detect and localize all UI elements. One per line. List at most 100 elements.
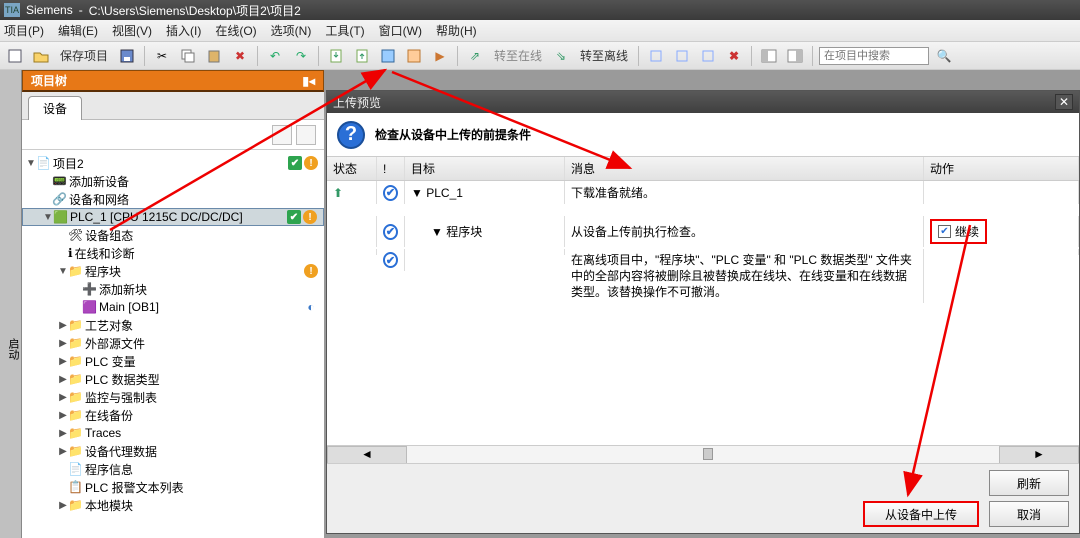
- check-icon: ✔: [383, 252, 398, 268]
- tree-add-block[interactable]: ➕添加新块: [22, 280, 324, 298]
- grid-row[interactable]: ⬆ ✔ ▼ PLC_1 下载准备就绪。: [327, 181, 1079, 204]
- dialog-footer: 刷新 从设备中上传 取消: [327, 463, 1079, 533]
- menu-window[interactable]: 窗口(W): [379, 22, 422, 39]
- menu-project[interactable]: 项目(P): [4, 22, 44, 39]
- tree-local-modules[interactable]: ▶📁本地模块: [22, 496, 324, 514]
- tree-detail-icon[interactable]: [296, 125, 316, 145]
- row-target: 程序块: [446, 223, 482, 240]
- status-ok-icon: ✔: [287, 210, 301, 224]
- grid-row[interactable]: ✔ 在离线项目中，"程序块"、"PLC 变量" 和 "PLC 数据类型" 文件夹…: [327, 247, 1079, 305]
- cross-ref-icon[interactable]: ✖: [723, 45, 745, 67]
- cancel-button[interactable]: 取消: [989, 501, 1069, 527]
- col-status[interactable]: 状态: [327, 157, 377, 180]
- tree-tech-objects[interactable]: ▶📁工艺对象: [22, 316, 324, 334]
- undo-icon[interactable]: ↶: [264, 45, 286, 67]
- project-tree-label: 项目树: [31, 72, 67, 89]
- folder-icon: 📁: [68, 336, 83, 350]
- tree-proxy-data[interactable]: ▶📁设备代理数据: [22, 442, 324, 460]
- app-name: Siemens: [26, 3, 73, 17]
- collapse-pane-icon[interactable]: ▮◂: [302, 74, 315, 88]
- menu-online[interactable]: 在线(O): [215, 22, 256, 39]
- upload-preview-dialog: 上传预览 ✕ ? 检查从设备中上传的前提条件 状态 ! 目标 消息 动作 ⬆: [326, 90, 1080, 534]
- search-input[interactable]: [819, 47, 929, 65]
- col-flag[interactable]: !: [377, 157, 405, 180]
- redo-icon[interactable]: ↷: [290, 45, 312, 67]
- tree-online-diag[interactable]: ℹ在线和诊断: [22, 244, 324, 262]
- col-action[interactable]: 动作: [924, 157, 1079, 180]
- upload-button[interactable]: 从设备中上传: [863, 501, 979, 527]
- tree-main-ob1[interactable]: 🟪Main [OB1] ◐: [22, 298, 324, 316]
- menu-edit[interactable]: 编辑(E): [58, 22, 98, 39]
- tree-watch-tables[interactable]: ▶📁监控与强制表: [22, 388, 324, 406]
- go-offline-button[interactable]: 转至离线: [576, 47, 632, 64]
- compare-icon: ◐: [304, 300, 318, 314]
- folder-icon: 📁: [68, 426, 83, 440]
- tree-view-icon[interactable]: [272, 125, 292, 145]
- tree-add-device[interactable]: 📟添加新设备: [22, 172, 324, 190]
- cut-icon[interactable]: ✂: [151, 45, 173, 67]
- go-online-icon[interactable]: ⇗: [464, 45, 486, 67]
- col-target[interactable]: 目标: [405, 157, 565, 180]
- tool-icon[interactable]: [645, 45, 667, 67]
- grid-row[interactable]: ✔ ▼ 程序块 从设备上传前执行检查。 ✔ 继续: [327, 216, 1079, 247]
- tab-devices[interactable]: 设备: [28, 96, 82, 120]
- menu-insert[interactable]: 插入(I): [166, 22, 201, 39]
- menu-options[interactable]: 选项(N): [271, 22, 312, 39]
- ob-icon: 🟪: [82, 300, 97, 314]
- menu-tools[interactable]: 工具(T): [325, 22, 364, 39]
- download-icon[interactable]: [325, 45, 347, 67]
- tree-alarm-text[interactable]: 📋PLC 报警文本列表: [22, 478, 324, 496]
- tree-ext-sources[interactable]: ▶📁外部源文件: [22, 334, 324, 352]
- check-icon: ✔: [383, 185, 398, 201]
- tree-plc1[interactable]: ▼🟩 PLC_1 [CPU 1215C DC/DC/DC] ✔ !: [22, 208, 324, 226]
- tree-root[interactable]: ▼📄 项目2 ✔ !: [22, 154, 324, 172]
- compile-icon[interactable]: [377, 45, 399, 67]
- tool2-icon[interactable]: [671, 45, 693, 67]
- scroll-thumb[interactable]: [703, 448, 713, 460]
- close-icon[interactable]: ✕: [1055, 94, 1073, 110]
- network-icon: 🔗: [52, 192, 67, 206]
- tree-program-blocks[interactable]: ▼📁 程序块 !: [22, 262, 324, 280]
- tree-online-backups[interactable]: ▶📁在线备份: [22, 406, 324, 424]
- new-project-icon[interactable]: [4, 45, 26, 67]
- search-icon[interactable]: 🔍: [933, 45, 955, 67]
- scroll-track[interactable]: [407, 446, 999, 463]
- tree-devices-networks[interactable]: 🔗设备和网络: [22, 190, 324, 208]
- tree-plc-tags[interactable]: ▶📁PLC 变量: [22, 352, 324, 370]
- layout2-icon[interactable]: [784, 45, 806, 67]
- alarm-icon: 📋: [68, 480, 83, 494]
- menu-bar: 项目(P) 编辑(E) 视图(V) 插入(I) 在线(O) 选项(N) 工具(T…: [0, 20, 1080, 42]
- simulate-icon[interactable]: [403, 45, 425, 67]
- tree-traces[interactable]: ▶📁Traces: [22, 424, 324, 442]
- go-online-button[interactable]: 转至在线: [490, 47, 546, 64]
- menu-help[interactable]: 帮助(H): [436, 22, 477, 39]
- menu-view[interactable]: 视图(V): [112, 22, 152, 39]
- project-tree[interactable]: ▼📄 项目2 ✔ ! 📟添加新设备 🔗设备和网络 ▼🟩 PLC_1 [CPU 1…: [22, 150, 324, 538]
- layout1-icon[interactable]: [758, 45, 780, 67]
- copy-icon[interactable]: [177, 45, 199, 67]
- action-continue[interactable]: ✔ 继续: [930, 219, 987, 244]
- side-rail-start[interactable]: 启动: [0, 70, 22, 538]
- start-icon[interactable]: ▶: [429, 45, 451, 67]
- upload-icon[interactable]: [351, 45, 373, 67]
- tree-plc-datatypes[interactable]: ▶📁PLC 数据类型: [22, 370, 324, 388]
- paste-icon[interactable]: [203, 45, 225, 67]
- folder-icon: 📁: [68, 354, 83, 368]
- status-ok-icon: ✔: [288, 156, 302, 170]
- refresh-button[interactable]: 刷新: [989, 470, 1069, 496]
- tree-tab-strip: 设备: [22, 92, 324, 120]
- open-project-icon[interactable]: [30, 45, 52, 67]
- tool3-icon[interactable]: [697, 45, 719, 67]
- checkbox-icon[interactable]: ✔: [938, 225, 951, 238]
- horizontal-scrollbar[interactable]: ◄ ►: [327, 445, 1079, 463]
- folder-icon: 📁: [68, 372, 83, 386]
- col-message[interactable]: 消息: [565, 157, 924, 180]
- dialog-titlebar[interactable]: 上传预览 ✕: [327, 91, 1079, 113]
- go-offline-icon[interactable]: ⇘: [550, 45, 572, 67]
- folder-icon: 📁: [68, 264, 83, 278]
- save-icon[interactable]: [116, 45, 138, 67]
- tree-device-config[interactable]: 🛠设备组态: [22, 226, 324, 244]
- delete-icon[interactable]: ✖: [229, 45, 251, 67]
- tree-program-info[interactable]: 📄程序信息: [22, 460, 324, 478]
- save-button[interactable]: 保存项目: [56, 47, 112, 64]
